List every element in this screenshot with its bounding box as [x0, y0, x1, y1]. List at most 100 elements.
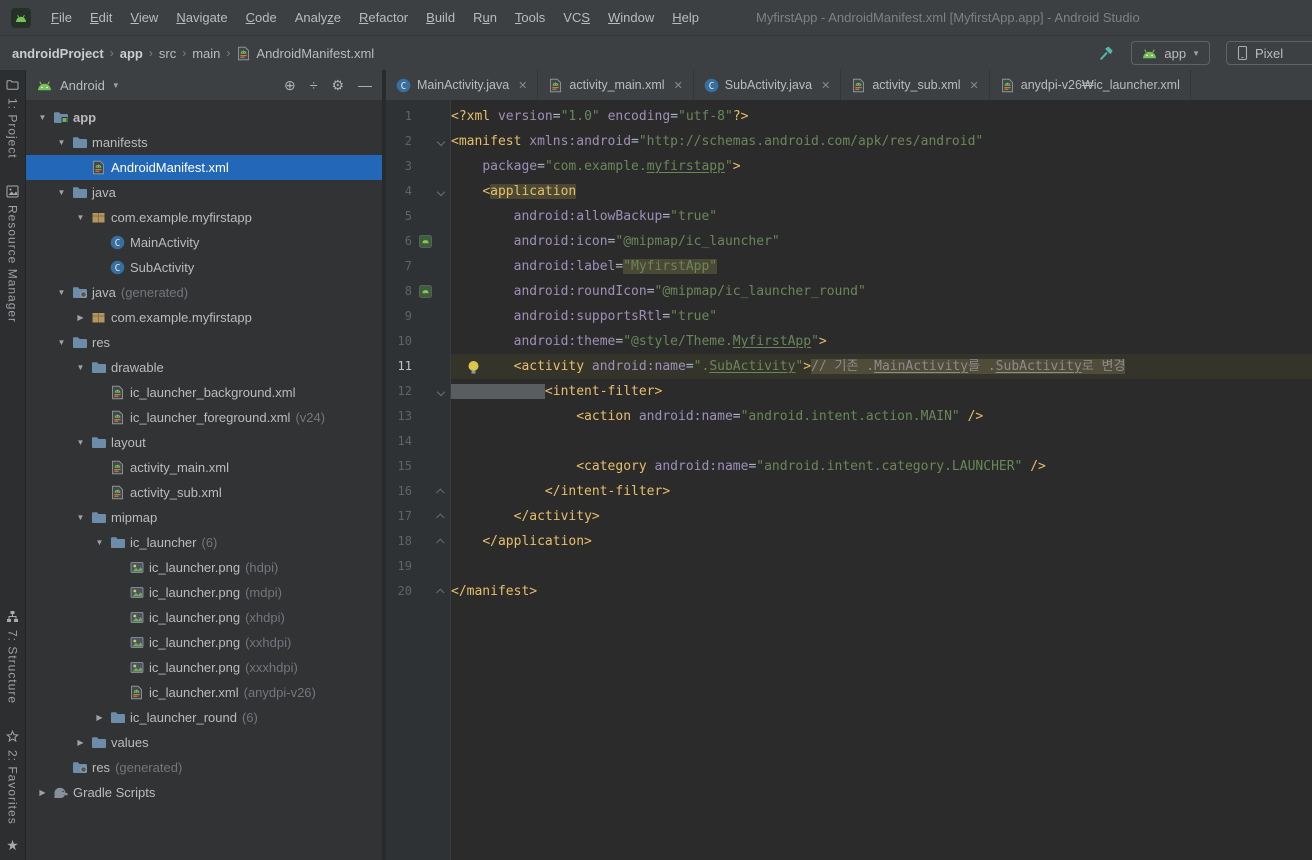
tree-item-app[interactable]: ▼ app	[26, 105, 382, 130]
menu-item-run[interactable]: Run	[464, 0, 506, 35]
editor-tab-activity-sub-xml[interactable]: activity_sub.xml ✕	[841, 70, 990, 100]
code-line[interactable]: android:roundIcon="@mipmap/ic_launcher_r…	[451, 279, 1312, 304]
gutter-image-preview-icon[interactable]	[416, 235, 434, 248]
chevron-down-icon[interactable]: ▼	[72, 513, 89, 522]
breadcrumb-item-app[interactable]: app	[120, 46, 143, 61]
code-line[interactable]: <?xml version="1.0" encoding="utf-8"?>	[451, 104, 1312, 129]
tree-item-layout[interactable]: ▼ layout	[26, 430, 382, 455]
project-view-selector[interactable]: Android	[60, 78, 105, 93]
code-line[interactable]: <intent-filter>	[451, 379, 1312, 404]
menu-item-vcs[interactable]: VCS	[554, 0, 599, 35]
tree-item-values[interactable]: ▶ values	[26, 730, 382, 755]
gutter-image-preview-icon[interactable]	[416, 285, 434, 298]
code-line[interactable]: <category android:name="android.intent.c…	[451, 454, 1312, 479]
chevron-down-icon[interactable]: ▼	[72, 363, 89, 372]
menu-item-edit[interactable]: Edit	[81, 0, 121, 35]
tool-stripe-resource-manager[interactable]: Resource Manager	[0, 185, 27, 323]
editor-tab-mainactivity-java[interactable]: C MainActivity.java ✕	[386, 70, 539, 100]
breadcrumb-item-src[interactable]: src	[159, 46, 176, 61]
tree-item-com-example-myfirstapp[interactable]: ▶ com.example.myfirstapp	[26, 305, 382, 330]
chevron-down-icon[interactable]: ▼	[53, 138, 70, 147]
tree-item-activity-main-xml[interactable]: activity_main.xml	[26, 455, 382, 480]
code-content[interactable]: <?xml version="1.0" encoding="utf-8"?> <m…	[451, 100, 1312, 860]
code-line[interactable]: android:label="MyfirstApp"	[451, 254, 1312, 279]
chevron-down-icon[interactable]: ▼	[53, 288, 70, 297]
tree-item-mainactivity[interactable]: C MainActivity	[26, 230, 382, 255]
menu-item-code[interactable]: Code	[237, 0, 286, 35]
tree-item-ic-launcher-png[interactable]: ic_launcher.png (xhdpi)	[26, 605, 382, 630]
editor-tab-subactivity-java[interactable]: C SubActivity.java ✕	[694, 70, 842, 100]
tree-item-subactivity[interactable]: C SubActivity	[26, 255, 382, 280]
chevron-down-icon[interactable]: ▼	[72, 213, 89, 222]
tree-item-ic-launcher-png[interactable]: ic_launcher.png (xxhdpi)	[26, 630, 382, 655]
fold-marker-icon[interactable]	[435, 537, 447, 547]
menu-item-refactor[interactable]: Refactor	[350, 0, 417, 35]
fold-marker-icon[interactable]	[435, 137, 447, 146]
code-line[interactable]: </application>	[451, 529, 1312, 554]
breadcrumb-item-main[interactable]: main	[192, 46, 220, 61]
tree-item-gradle-scripts[interactable]: ▶ Gradle Scripts	[26, 780, 382, 805]
fold-marker-icon[interactable]	[435, 187, 447, 196]
tree-item-com-example-myfirstapp[interactable]: ▼ com.example.myfirstapp	[26, 205, 382, 230]
code-line[interactable]: </activity>	[451, 504, 1312, 529]
tree-item-ic-launcher-png[interactable]: ic_launcher.png (xxxhdpi)	[26, 655, 382, 680]
device-selector[interactable]: Pixel	[1226, 41, 1312, 65]
menu-item-window[interactable]: Window	[599, 0, 663, 35]
tree-item-ic-launcher-xml[interactable]: ic_launcher.xml (anydpi-v26)	[26, 680, 382, 705]
code-editor[interactable]: 1 2 3 4 5 6 7 8 9 10 11 12 13 14 15 16 17 18 19 20 <?xml ve…	[386, 100, 1312, 860]
chevron-down-icon[interactable]: ▼	[34, 113, 51, 122]
tree-item-ic-launcher[interactable]: ▼ ic_launcher (6)	[26, 530, 382, 555]
hide-panel-icon[interactable]: —	[358, 77, 372, 93]
fold-marker-icon[interactable]	[435, 487, 447, 497]
menu-item-help[interactable]: Help	[663, 0, 708, 35]
menu-item-file[interactable]: File	[42, 0, 81, 35]
code-line[interactable]: <action android:name="android.intent.act…	[451, 404, 1312, 429]
menu-item-view[interactable]: View	[121, 0, 167, 35]
code-line[interactable]: <activity android:name=".SubActivity">//…	[451, 354, 1312, 379]
menu-item-build[interactable]: Build	[417, 0, 464, 35]
menu-item-navigate[interactable]: Navigate	[167, 0, 236, 35]
breadcrumb-item-androidproject[interactable]: androidProject	[12, 46, 104, 61]
tree-item-androidmanifest-xml[interactable]: AndroidManifest.xml	[26, 155, 382, 180]
tree-item-ic-launcher-png[interactable]: ic_launcher.png (hdpi)	[26, 555, 382, 580]
close-tab-icon[interactable]: ✕	[674, 79, 683, 92]
tree-item-res[interactable]: ▼ res	[26, 330, 382, 355]
fold-marker-icon[interactable]	[435, 587, 447, 597]
chevron-right-icon[interactable]: ▶	[91, 713, 108, 722]
chevron-down-icon[interactable]: ▼	[72, 438, 89, 447]
tree-item-ic-launcher-foreground-xml[interactable]: ic_launcher_foreground.xml (v24)	[26, 405, 382, 430]
code-line[interactable]: package="com.example.myfirstapp">	[451, 154, 1312, 179]
code-line[interactable]: <application	[451, 179, 1312, 204]
tool-stripe-2-favorites[interactable]: 2: Favorites	[0, 730, 27, 825]
build-hammer-icon[interactable]	[1099, 45, 1115, 61]
code-line[interactable]: android:allowBackup="true"	[451, 204, 1312, 229]
chevron-right-icon[interactable]: ▶	[72, 313, 89, 322]
fold-marker-icon[interactable]	[435, 387, 447, 396]
editor-tab-activity-main-xml[interactable]: activity_main.xml ✕	[538, 70, 694, 100]
chevron-down-icon[interactable]: ▼	[53, 338, 70, 347]
favorites-star-icon[interactable]: ★	[6, 837, 19, 854]
code-line[interactable]	[451, 429, 1312, 454]
tree-item-activity-sub-xml[interactable]: activity_sub.xml	[26, 480, 382, 505]
code-line[interactable]: android:supportsRtl="true"	[451, 304, 1312, 329]
editor-tab-anydpi-v26-ic-launcher-xml[interactable]: anydpi-v26₩ic_launcher.xml	[990, 70, 1191, 100]
close-tab-icon[interactable]: ✕	[821, 79, 830, 92]
code-line[interactable]: </intent-filter>	[451, 479, 1312, 504]
tree-item-java[interactable]: ▼ java (generated)	[26, 280, 382, 305]
tool-stripe-7-structure[interactable]: 7: Structure	[0, 610, 27, 704]
close-tab-icon[interactable]: ✕	[518, 79, 527, 92]
close-tab-icon[interactable]: ✕	[970, 79, 979, 92]
collapse-all-icon[interactable]: ÷	[310, 77, 318, 93]
code-line[interactable]: </manifest>	[451, 579, 1312, 604]
code-line[interactable]: android:icon="@mipmap/ic_launcher"	[451, 229, 1312, 254]
settings-gear-icon[interactable]: ⚙	[331, 77, 344, 94]
locate-file-icon[interactable]: ⊕	[284, 77, 296, 94]
breadcrumb-item-androidmanifest-xml[interactable]: AndroidManifest.xml	[236, 46, 374, 61]
tree-item-java[interactable]: ▼ java	[26, 180, 382, 205]
tool-stripe-1-project[interactable]: 1: Project	[0, 78, 27, 159]
tree-item-ic-launcher-round[interactable]: ▶ ic_launcher_round (6)	[26, 705, 382, 730]
chevron-right-icon[interactable]: ▶	[34, 788, 51, 797]
tree-item-mipmap[interactable]: ▼ mipmap	[26, 505, 382, 530]
code-line[interactable]: android:theme="@style/Theme.MyfirstApp">	[451, 329, 1312, 354]
fold-marker-icon[interactable]	[435, 512, 447, 522]
